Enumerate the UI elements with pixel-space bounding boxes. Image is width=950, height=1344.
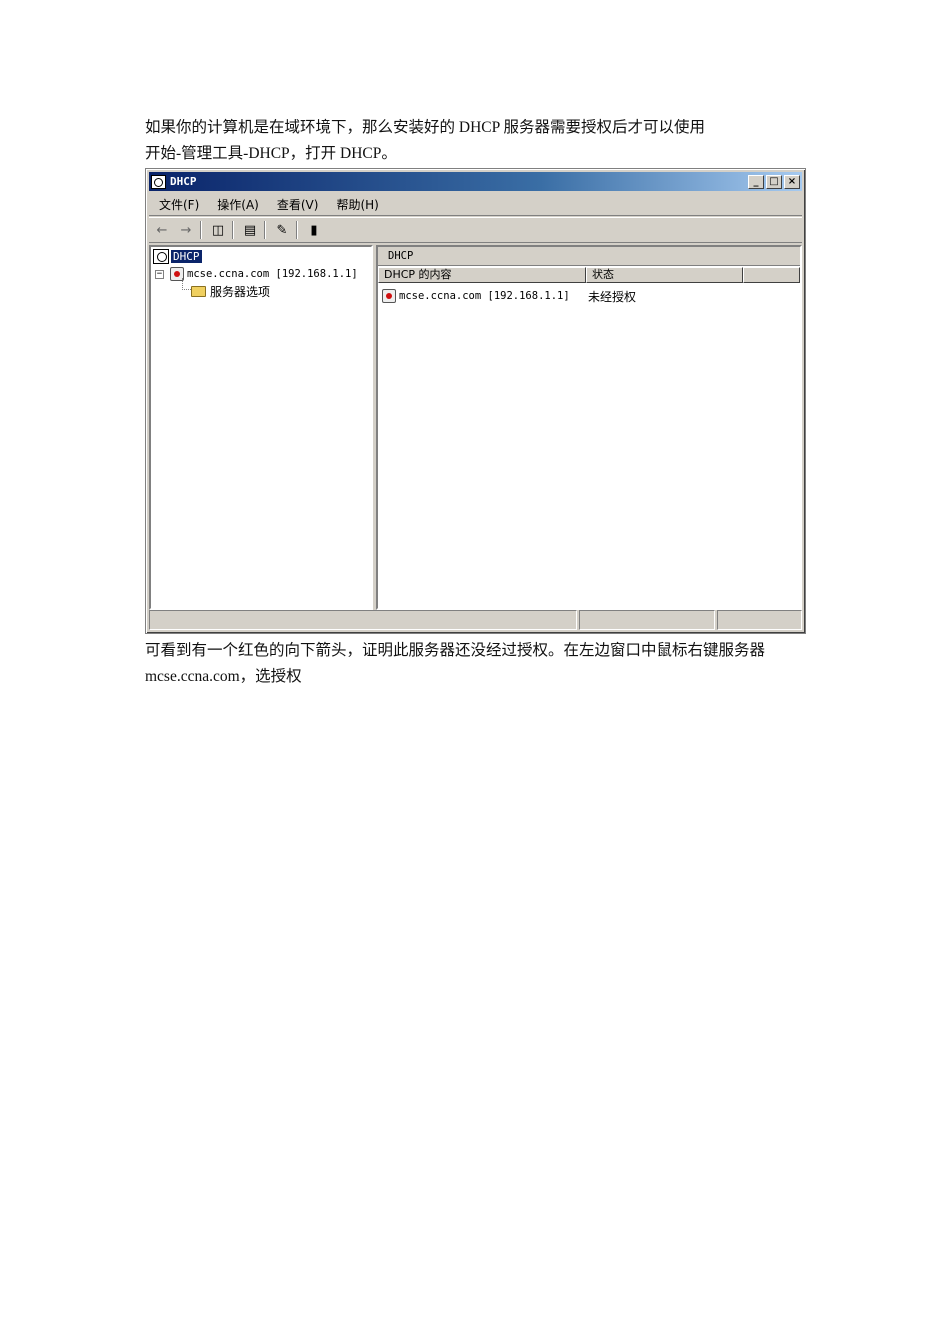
forward-arrow-icon[interactable]: → — [175, 220, 197, 240]
outro-line-2: mcse.ccna.com，选授权 — [145, 668, 302, 685]
column-headers: DHCP 的内容 状态 — [378, 267, 800, 283]
server-icon[interactable]: ▮ — [303, 220, 325, 240]
close-button[interactable]: × — [784, 174, 800, 189]
window-title: DHCP — [170, 175, 197, 188]
column-header-status[interactable]: 状态 — [586, 267, 743, 283]
list-item[interactable]: mcse.ccna.com [192.168.1.1] 未经授权 — [382, 287, 800, 305]
status-bar — [149, 610, 802, 630]
tree-server-label: mcse.ccna.com [192.168.1.1] — [187, 268, 358, 280]
tree-child-label: 服务器选项 — [210, 285, 271, 299]
dhcp-window: DHCP _ □ × 文件(F) 操作(A) 查看(V) 帮助(H) ← → ◫… — [145, 168, 806, 634]
menu-bar: 文件(F) 操作(A) 查看(V) 帮助(H) — [149, 193, 802, 216]
menu-file[interactable]: 文件(F) — [159, 196, 199, 213]
menu-action[interactable]: 操作(A) — [217, 196, 259, 213]
show-tree-icon[interactable]: ◫ — [207, 220, 229, 240]
status-cell-3 — [717, 610, 802, 630]
intro-line-1: 如果你的计算机是在域环境下，那么安装好的 DHCP 服务器需要授权后才可以使用 — [145, 119, 706, 136]
status-cell-1 — [149, 610, 577, 630]
tree-item-server-options[interactable]: 服务器选项 — [177, 283, 270, 300]
toolbar-separator — [296, 221, 298, 239]
menu-help[interactable]: 帮助(H) — [336, 196, 378, 213]
toolbar-separator — [232, 221, 234, 239]
tree-root-dhcp[interactable]: DHCP — [153, 249, 202, 264]
toolbar-separator — [200, 221, 202, 239]
menu-view[interactable]: 查看(V) — [277, 196, 319, 213]
server-unauthorized-icon — [382, 289, 396, 303]
maximize-button[interactable]: □ — [766, 174, 782, 189]
minimize-button[interactable]: _ — [748, 174, 764, 189]
outro-paragraph: 可看到有一个红色的向下箭头，证明此服务器还没经过授权。在左边窗口中鼠标右键服务器… — [145, 638, 810, 690]
export-list-icon[interactable]: ▤ — [239, 220, 261, 240]
dhcp-app-icon — [151, 174, 166, 189]
toolbar: ← → ◫ ▤ ✎ ▮ — [149, 217, 802, 243]
intro-line-2: 开始-管理工具-DHCP，打开 DHCP。 — [145, 145, 397, 162]
tree-root-label: DHCP — [171, 250, 202, 263]
row-name: mcse.ccna.com [192.168.1.1] — [399, 290, 570, 302]
details-pane[interactable]: DHCP DHCP 的内容 状态 mcse.ccna.com [192.168.… — [376, 245, 802, 610]
collapse-icon[interactable]: − — [155, 269, 164, 279]
tree-pane[interactable]: DHCP − mcse.ccna.com [192.168.1.1] 服务器选项 — [149, 245, 373, 610]
dhcp-icon — [153, 249, 169, 264]
intro-paragraph: 如果你的计算机是在域环境下，那么安装好的 DHCP 服务器需要授权后才可以使用 … — [145, 115, 810, 167]
folder-icon — [191, 286, 206, 297]
details-header-label: DHCP — [388, 250, 414, 262]
title-bar[interactable]: DHCP _ □ × — [149, 172, 802, 191]
column-header-contents[interactable]: DHCP 的内容 — [378, 267, 586, 283]
toolbar-separator — [264, 221, 266, 239]
column-header-empty[interactable] — [743, 267, 800, 283]
status-cell-2 — [579, 610, 715, 630]
details-header: DHCP — [378, 247, 800, 266]
back-arrow-icon[interactable]: ← — [151, 220, 173, 240]
row-status: 未经授权 — [588, 289, 637, 304]
help-icon[interactable]: ✎ — [271, 220, 293, 240]
outro-line-1: 可看到有一个红色的向下箭头，证明此服务器还没经过授权。在左边窗口中鼠标右键服务器 — [145, 642, 766, 659]
